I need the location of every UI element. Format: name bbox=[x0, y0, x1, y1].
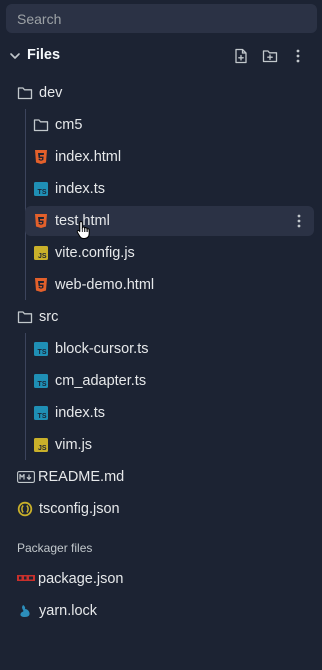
tree-item-label: index.ts bbox=[55, 181, 105, 197]
tree-item-label: vim.js bbox=[55, 437, 93, 453]
tree-item-label: cm5 bbox=[55, 117, 83, 133]
tree-item-label: README.md bbox=[38, 469, 125, 485]
tree-guide-dev bbox=[25, 109, 26, 300]
typescript-icon: TS bbox=[33, 373, 49, 389]
search-input[interactable] bbox=[15, 9, 308, 28]
new-folder-button[interactable] bbox=[260, 46, 280, 66]
tree-folder-dev[interactable]: dev bbox=[17, 78, 314, 108]
folder-icon bbox=[17, 309, 33, 325]
files-header[interactable]: Files bbox=[0, 43, 322, 69]
tree-file-tsconfig[interactable]: tsconfig.json bbox=[17, 494, 314, 524]
tree-item-label: web-demo.html bbox=[55, 277, 155, 293]
typescript-icon: TS bbox=[33, 405, 49, 421]
tree-file-package-json[interactable]: package.json bbox=[17, 564, 314, 594]
tree-file-web-demo[interactable]: web-demo.html bbox=[33, 270, 314, 300]
new-folder-icon bbox=[262, 50, 278, 63]
markdown-icon bbox=[17, 469, 35, 485]
tree-item-label: tsconfig.json bbox=[39, 501, 120, 517]
tree-file-test-html[interactable]: test.html bbox=[25, 206, 314, 236]
tree-file-vim-js[interactable]: JS vim.js bbox=[33, 430, 314, 460]
tree-item-label: dev bbox=[39, 85, 63, 101]
new-file-button[interactable] bbox=[231, 46, 251, 66]
kebab-icon bbox=[297, 214, 301, 228]
item-menu-button[interactable] bbox=[292, 213, 306, 229]
html5-icon bbox=[33, 277, 49, 293]
npm-icon bbox=[17, 571, 35, 587]
tree-guide-src bbox=[25, 333, 26, 460]
tree-item-label: cm_adapter.ts bbox=[55, 373, 147, 389]
tree-file-vite-config[interactable]: JS vite.config.js bbox=[33, 238, 314, 268]
tree-item-label: index.html bbox=[55, 149, 122, 165]
svg-text:TS: TS bbox=[38, 189, 47, 196]
tree-file-cm-adapter[interactable]: TS cm_adapter.ts bbox=[33, 366, 314, 396]
tree-item-label: block-cursor.ts bbox=[55, 341, 149, 357]
tree-item-label: src bbox=[39, 309, 59, 325]
search-box[interactable] bbox=[6, 4, 317, 33]
tree-file-src-index-ts[interactable]: TS index.ts bbox=[33, 398, 314, 428]
tree-item-label: vite.config.js bbox=[55, 245, 135, 261]
javascript-icon: JS bbox=[33, 437, 49, 453]
json-icon bbox=[17, 501, 33, 517]
files-title: Files bbox=[27, 47, 61, 63]
tree-file-dev-index-html[interactable]: index.html bbox=[33, 142, 314, 172]
yarn-icon bbox=[17, 603, 33, 619]
typescript-icon: TS bbox=[33, 181, 49, 197]
html5-icon bbox=[33, 213, 49, 229]
tree-file-yarn-lock[interactable]: yarn.lock bbox=[17, 596, 314, 626]
svg-text:TS: TS bbox=[38, 349, 47, 356]
tree-file-readme[interactable]: README.md bbox=[17, 462, 314, 492]
packager-files-label: Packager files bbox=[17, 541, 93, 555]
tree-file-dev-index-ts[interactable]: TS index.ts bbox=[33, 174, 314, 204]
svg-text:TS: TS bbox=[38, 413, 47, 420]
typescript-icon: TS bbox=[33, 341, 49, 357]
tree-folder-cm5[interactable]: cm5 bbox=[33, 110, 314, 140]
tree-folder-src[interactable]: src bbox=[17, 302, 314, 332]
html5-icon bbox=[33, 149, 49, 165]
tree-item-label: yarn.lock bbox=[39, 603, 98, 619]
hand-cursor-icon bbox=[76, 220, 90, 239]
folder-icon bbox=[17, 85, 33, 101]
tree-file-block-cursor[interactable]: TS block-cursor.ts bbox=[33, 334, 314, 364]
files-menu-button[interactable] bbox=[288, 46, 308, 66]
folder-icon bbox=[33, 117, 49, 133]
javascript-icon: JS bbox=[33, 245, 49, 261]
new-file-icon bbox=[235, 48, 247, 64]
tree-item-label: index.ts bbox=[55, 405, 105, 421]
svg-text:JS: JS bbox=[38, 253, 47, 260]
chevron-down-icon[interactable] bbox=[9, 50, 21, 62]
kebab-icon bbox=[296, 49, 300, 63]
svg-text:TS: TS bbox=[38, 381, 47, 388]
tree-item-label: package.json bbox=[38, 571, 124, 587]
svg-text:JS: JS bbox=[38, 445, 47, 452]
